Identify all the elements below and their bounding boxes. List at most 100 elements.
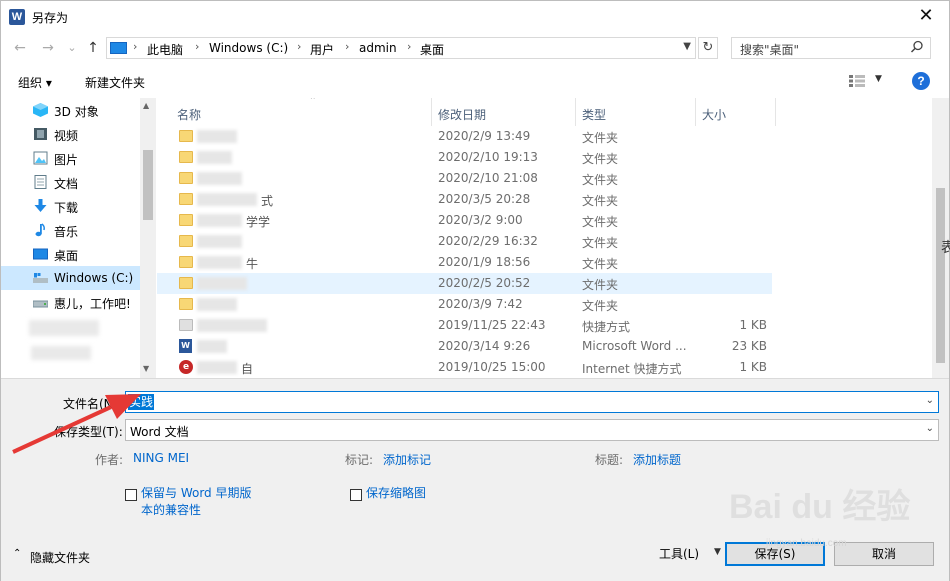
nav-item-pictures[interactable]: 图片	[1, 146, 140, 170]
address-bar[interactable]: › 此电脑 › Windows (C:) › 用户 › admin › 桌面 ▼	[106, 37, 696, 59]
breadcrumb-admin[interactable]: admin	[359, 41, 397, 55]
picture-icon	[33, 151, 48, 165]
chevron-down-icon[interactable]: ⌄	[926, 423, 934, 434]
refresh-button[interactable]: ↻	[698, 37, 718, 59]
compat-label-line-1: 保留与 Word 早期版	[141, 486, 252, 500]
breadcrumb-separator[interactable]: ›	[133, 40, 137, 53]
view-options-icon[interactable]	[849, 75, 865, 87]
table-row[interactable]: W 2020/3/14 9:26 Microsoft Word ... 23 KB	[157, 336, 772, 357]
table-row[interactable]: 2020/2/9 13:49 文件夹	[157, 126, 772, 147]
word-document-icon: W	[179, 339, 192, 353]
search-icon[interactable]	[910, 40, 924, 54]
table-row[interactable]: 2020/2/10 19:13 文件夹	[157, 147, 772, 168]
cell-size: 1 KB	[739, 318, 767, 332]
nav-item-label: 文档	[54, 177, 79, 191]
folder-icon	[179, 256, 193, 268]
organize-menu[interactable]: 组织 ▾	[18, 74, 52, 91]
tools-menu[interactable]: 工具(L)	[659, 545, 699, 562]
background-window-text: 表	[941, 240, 950, 256]
this-pc-icon	[110, 42, 127, 54]
breadcrumb-this-pc[interactable]: 此电脑	[147, 41, 183, 58]
cell-date: 2020/2/10 21:08	[438, 171, 538, 185]
table-row[interactable]: 牛 2020/1/9 18:56 文件夹	[157, 252, 772, 273]
scrollbar-thumb[interactable]	[936, 188, 945, 363]
breadcrumb-separator[interactable]: ›	[297, 40, 301, 53]
cell-type: 文件夹	[582, 278, 619, 292]
address-dropdown-icon[interactable]: ▼	[683, 41, 691, 52]
navpane-scrollbar[interactable]: ▲ ▼	[140, 98, 156, 378]
dialog-title: 另存为	[32, 11, 69, 25]
help-icon[interactable]: ?	[912, 72, 930, 90]
breadcrumb-desktop[interactable]: 桌面	[420, 41, 444, 58]
nav-item-windows-c[interactable]: Windows (C:)	[1, 266, 140, 290]
table-row[interactable]: 2020/2/5 20:52 文件夹	[157, 273, 772, 294]
breadcrumb-windows-c[interactable]: Windows (C:)	[209, 41, 288, 55]
redacted-nav-item	[29, 320, 99, 336]
nav-item-documents[interactable]: 文档	[1, 170, 140, 194]
tools-dropdown-icon[interactable]: ▼	[714, 547, 721, 557]
up-arrow-icon[interactable]: ↑	[84, 39, 102, 57]
column-header-size[interactable]: 大小	[696, 98, 776, 126]
breadcrumb-users[interactable]: 用户	[310, 41, 334, 58]
column-header-type[interactable]: 类型	[576, 98, 696, 126]
table-row[interactable]: 式 2020/3/5 20:28 文件夹	[157, 189, 772, 210]
compat-checkbox[interactable]	[125, 489, 137, 501]
column-label: 大小	[702, 108, 727, 122]
close-icon[interactable]: ✕	[911, 5, 941, 27]
column-header-name[interactable]: 名称 ⌃	[171, 98, 432, 126]
table-row[interactable]: 学学 2020/3/2 9:00 文件夹	[157, 210, 772, 231]
scroll-down-icon[interactable]: ▼	[143, 364, 149, 373]
cell-type: 文件夹	[582, 215, 619, 229]
nav-item-music[interactable]: 音乐	[1, 218, 140, 242]
redacted-filename	[197, 319, 267, 332]
table-row[interactable]: 2019/11/25 22:43 快捷方式 1 KB	[157, 315, 772, 336]
red-annotation-arrow-icon	[12, 394, 141, 454]
chevron-down-icon[interactable]: ⌄	[926, 395, 934, 406]
nav-item-downloads[interactable]: 下载	[1, 194, 140, 218]
thumbnail-checkbox[interactable]	[350, 489, 362, 501]
table-row[interactable]: e 自 2019/10/25 15:00 Internet 快捷方式 1 KB	[157, 357, 772, 378]
table-row[interactable]: 2020/2/10 21:08 文件夹	[157, 168, 772, 189]
cell-date: 2020/2/9 13:49	[438, 129, 531, 143]
nav-item-drive-2[interactable]: 惠儿，工作吧!	[1, 290, 140, 314]
forward-arrow-icon[interactable]: →	[39, 39, 57, 57]
view-dropdown-icon[interactable]: ▼	[875, 74, 882, 84]
music-note-icon	[35, 223, 45, 237]
hide-folders-toggle[interactable]: ⌃ 隐藏文件夹	[13, 548, 90, 566]
navigation-bar: ← → ⌄ ↑ › 此电脑 › Windows (C:) › 用户 › admi…	[1, 32, 949, 64]
nav-item-videos[interactable]: 视频	[1, 122, 140, 146]
cell-type: 文件夹	[582, 152, 619, 166]
add-tags-link[interactable]: 添加标记	[383, 451, 431, 468]
filename-fragment: 学学	[246, 215, 271, 229]
cell-date: 2020/3/5 20:28	[438, 192, 531, 206]
nav-item-3d-objects[interactable]: 3D 对象	[1, 98, 140, 122]
watermark-url: jingyan.baidu.com	[766, 538, 847, 549]
redacted-filename	[197, 193, 257, 206]
search-input[interactable]: 搜索"桌面"	[731, 37, 931, 59]
scrollbar-thumb[interactable]	[143, 150, 153, 220]
save-as-dialog: W 另存为 ✕ ← → ⌄ ↑ › 此电脑 › Windows (C:) › 用…	[0, 0, 950, 581]
table-row[interactable]: 2020/2/29 16:32 文件夹	[157, 231, 772, 252]
table-row[interactable]: 2020/3/9 7:42 文件夹	[157, 294, 772, 315]
nav-item-label: 3D 对象	[54, 105, 99, 119]
recent-locations-icon[interactable]: ⌄	[63, 39, 81, 57]
filename-input[interactable]: 实践 ⌄	[125, 391, 939, 413]
cell-size: 23 KB	[731, 339, 767, 353]
column-header-date[interactable]: 修改日期	[432, 98, 576, 126]
tags-label: 标记:	[345, 453, 374, 467]
filetype-select[interactable]: Word 文档 ⌄	[125, 419, 939, 441]
nav-item-desktop[interactable]: 桌面	[1, 242, 140, 266]
cell-size: 1 KB	[739, 360, 767, 374]
new-folder-button[interactable]: 新建文件夹	[85, 74, 145, 91]
breadcrumb-separator[interactable]: ›	[345, 40, 349, 53]
add-title-link[interactable]: 添加标题	[633, 451, 681, 468]
back-arrow-icon[interactable]: ←	[11, 39, 29, 57]
nav-item-label: 桌面	[54, 249, 79, 263]
scroll-up-icon[interactable]: ▲	[143, 101, 149, 110]
cell-date: 2020/2/5 20:52	[438, 276, 531, 290]
thumbnail-checkbox-label[interactable]: 保存缩略图	[366, 485, 426, 502]
compat-checkbox-label[interactable]: 保留与 Word 早期版 本的兼容性	[141, 485, 251, 519]
folder-icon	[179, 130, 193, 142]
breadcrumb-separator[interactable]: ›	[407, 40, 411, 53]
breadcrumb-separator[interactable]: ›	[195, 40, 199, 53]
